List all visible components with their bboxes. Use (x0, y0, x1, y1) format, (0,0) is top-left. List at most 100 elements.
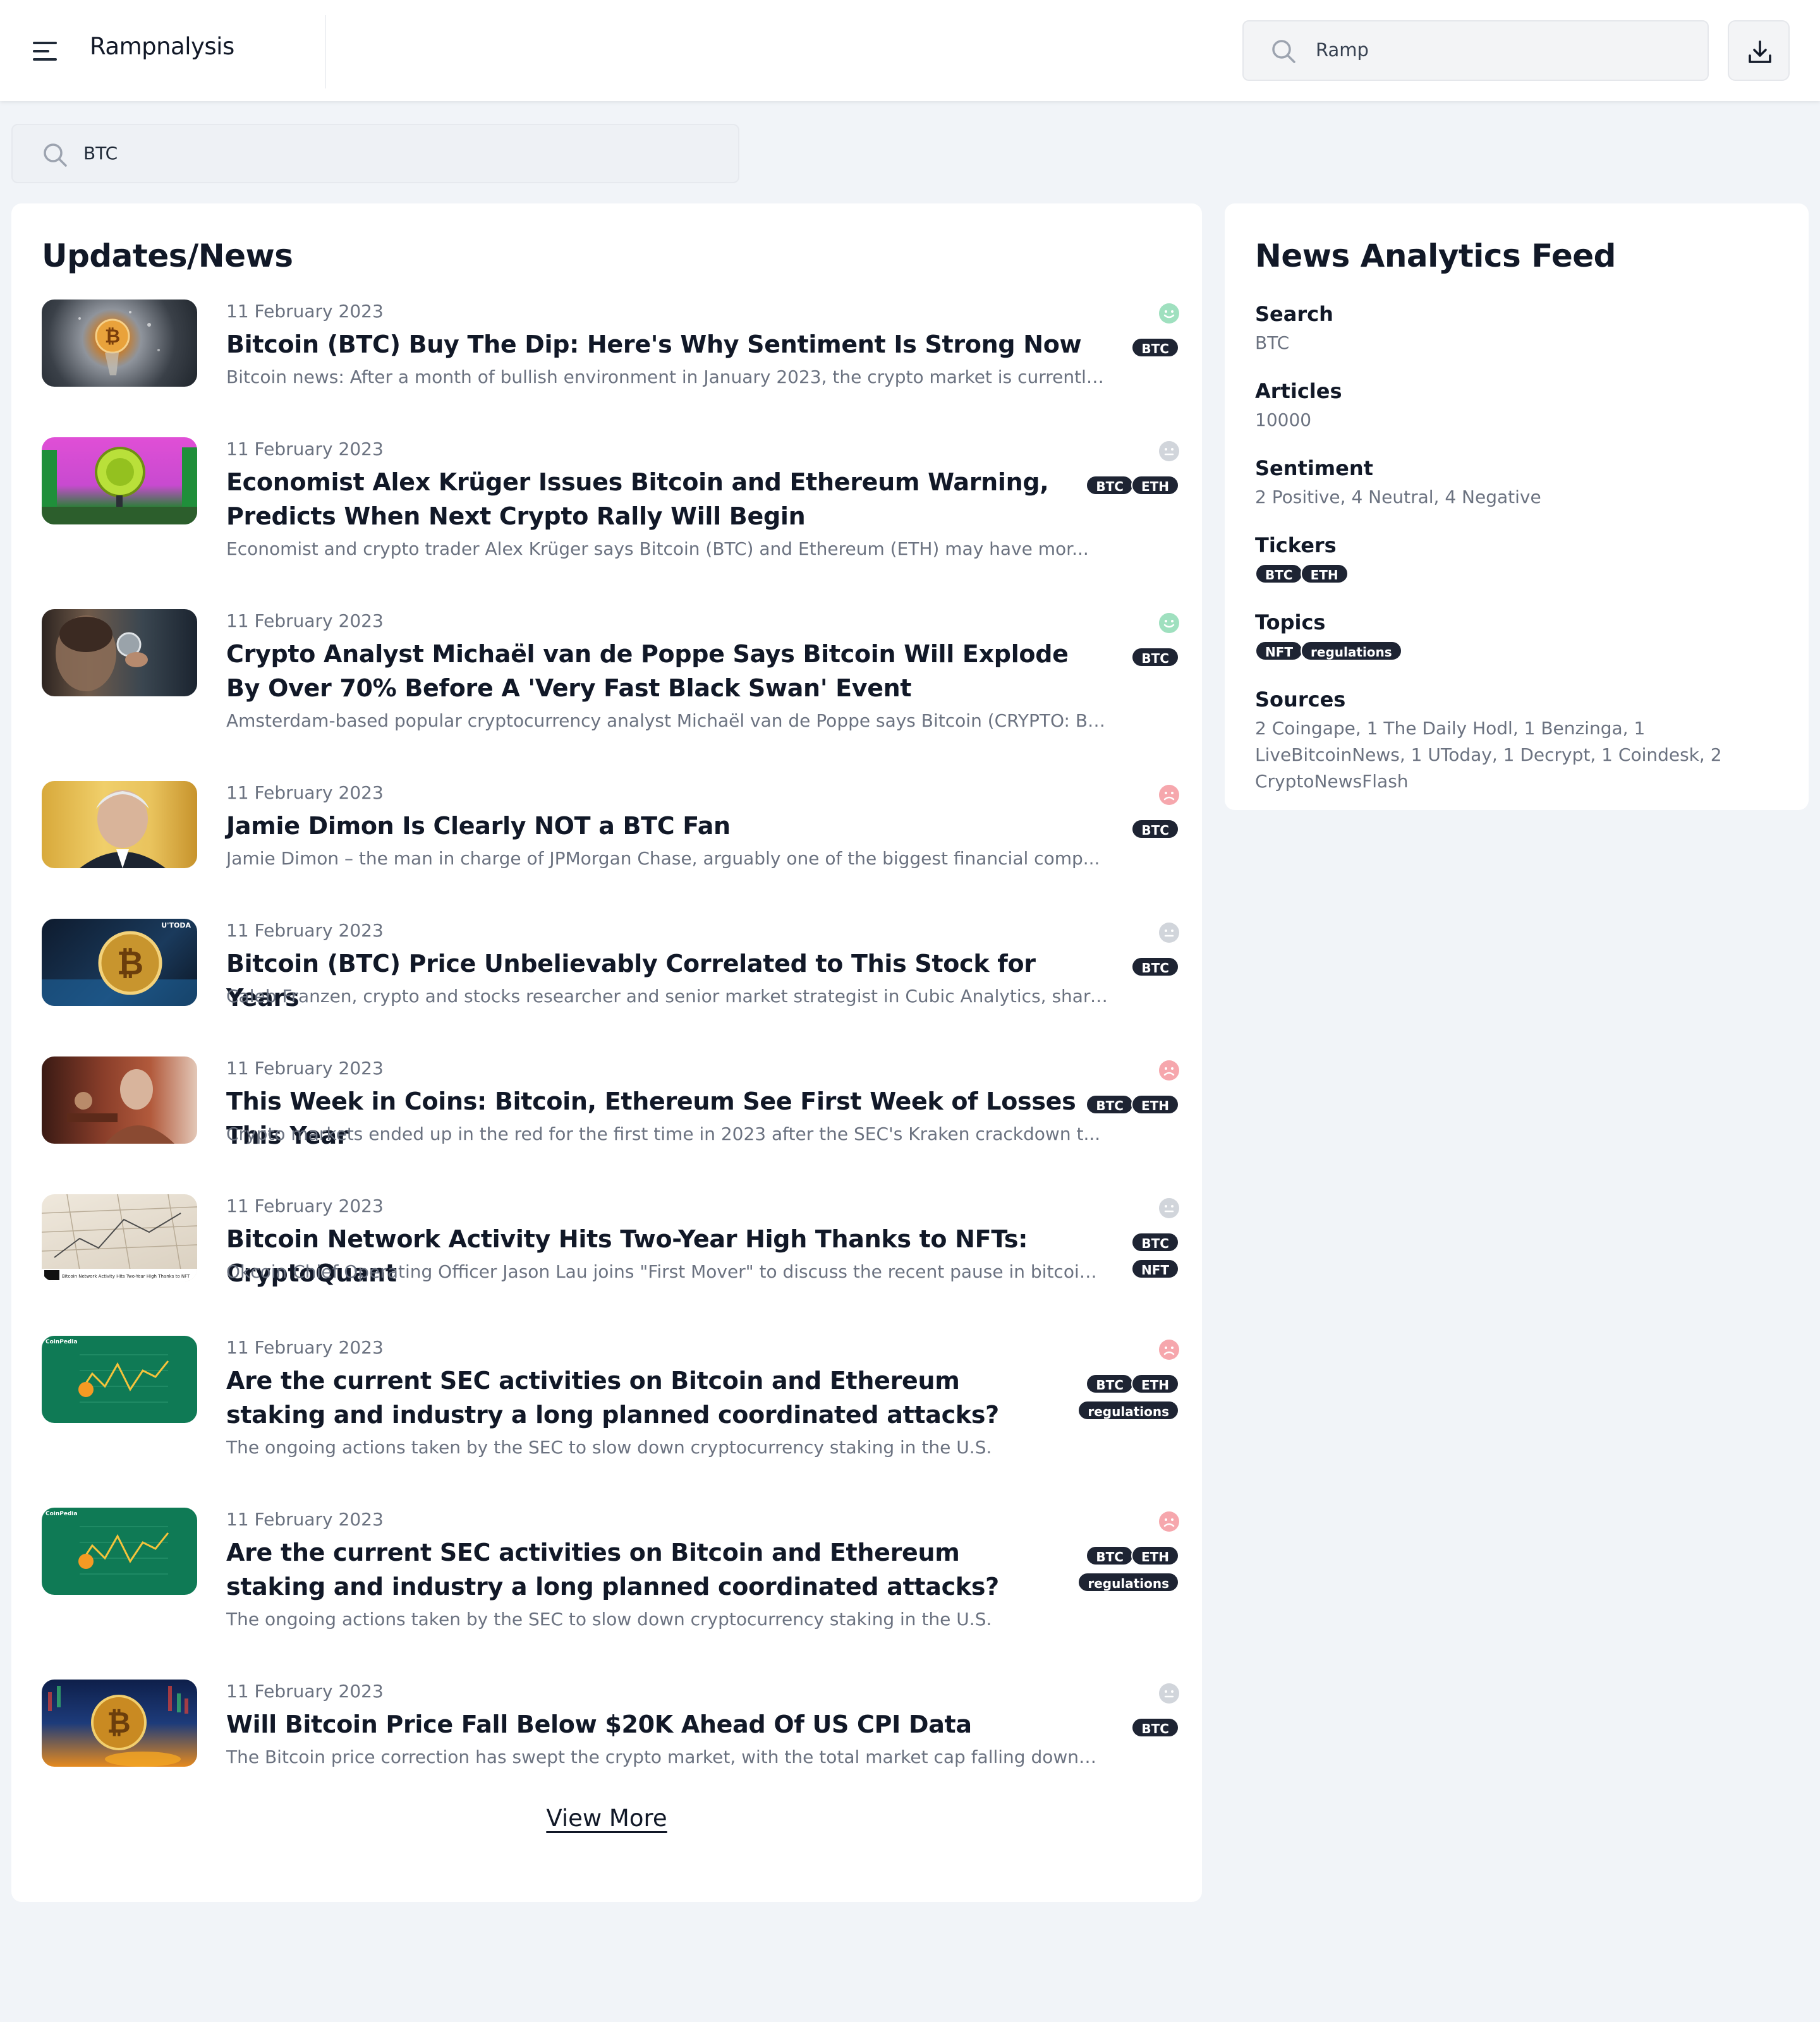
news-item[interactable]: ₿ U'TODA 11 February 2023 Bitcoin (BTC) … (42, 919, 1179, 1014)
tag-group: BTC (1131, 647, 1179, 667)
news-card-title: Updates/News (42, 238, 293, 274)
news-thumbnail: CoinPedia (42, 1336, 197, 1423)
topic-tag[interactable]: NFT (1255, 641, 1304, 661)
brand-name: Rampnalysis (90, 33, 234, 60)
tag-group: BTC (1131, 337, 1179, 358)
feed-sentiment-section: Sentiment 2 Positive, 4 Neutral, 4 Negat… (1255, 456, 1786, 511)
news-headline[interactable]: Economist Alex Krüger Issues Bitcoin and… (226, 465, 1060, 533)
news-item[interactable]: Bitcoin Network Activity Hits Two-Year H… (42, 1194, 1179, 1289)
news-thumbnail: Bitcoin Network Activity Hits Two-Year H… (42, 1194, 197, 1281)
topic-tag[interactable]: regulations (1301, 641, 1402, 661)
news-date: 11 February 2023 (226, 301, 384, 322)
news-headline[interactable]: Jamie Dimon Is Clearly NOT a BTC Fan (226, 809, 1105, 843)
search-icon (44, 143, 67, 167)
news-summary: Bitcoin news: After a month of bullish e… (226, 366, 1111, 387)
view-more-link[interactable]: View More (11, 1805, 1202, 1832)
thumbnail-watermark: U'TODA (161, 921, 191, 929)
news-thumbnail (42, 609, 197, 696)
ticker-tag[interactable]: ETH (1131, 1374, 1179, 1394)
news-date: 11 February 2023 (226, 920, 384, 941)
feed-tickers-label: Tickers (1255, 533, 1337, 557)
ticker-tag[interactable]: ETH (1131, 1094, 1179, 1115)
ticker-tag[interactable]: ETH (1300, 564, 1349, 584)
ticker-tag[interactable]: BTC (1255, 564, 1303, 584)
news-summary: Okcoin Chief Operating Officer Jason Lau… (226, 1261, 1101, 1282)
ticker-tag[interactable]: BTC (1131, 337, 1179, 358)
sentiment-positive-icon (1159, 613, 1179, 633)
news-summary: Jamie Dimon – the man in charge of JPMor… (226, 848, 1100, 869)
ticker-tag[interactable]: BTC (1131, 819, 1179, 839)
topic-tag[interactable]: NFT (1131, 1259, 1179, 1279)
ticker-tag[interactable]: ETH (1131, 1546, 1179, 1566)
tag-group: BTC ETH (1086, 475, 1179, 495)
news-item[interactable]: CoinPedia 11 February 2023 Are the curre… (42, 1508, 1179, 1634)
ticker-tag[interactable]: BTC (1131, 957, 1179, 977)
news-summary: Caleb Franzen, crypto and stocks researc… (226, 986, 1111, 1007)
news-item[interactable]: 11 February 2023 Crypto Analyst Michaël … (42, 609, 1179, 736)
news-headline[interactable]: Are the current SEC activities on Bitcoi… (226, 1364, 1048, 1432)
ticker-tag[interactable]: BTC (1131, 1717, 1179, 1738)
svg-text:₿: ₿ (107, 1705, 131, 1740)
global-search-value: Ramp (1316, 39, 1369, 61)
news-item[interactable]: CoinPedia 11 February 2023 Are the curre… (42, 1336, 1179, 1462)
analytics-feed-card: News Analytics Feed Search BTC Articles … (1225, 203, 1809, 810)
thumbnail-caption: Bitcoin Network Activity Hits Two-Year H… (62, 1274, 190, 1279)
news-search-input[interactable]: BTC (11, 124, 739, 183)
sentiment-negative-icon (1159, 1511, 1179, 1532)
news-headline[interactable]: Bitcoin (BTC) Buy The Dip: Here's Why Se… (226, 327, 1105, 361)
tag-group: BTC ETH regulations (1077, 1546, 1179, 1592)
feed-sources-value: 2 Coingape, 1 The Daily Hodl, 1 Benzinga… (1255, 718, 1722, 792)
tag-group: BTC ETH (1086, 1094, 1179, 1115)
news-summary: Amsterdam-based popular cryptocurrency a… (226, 710, 1111, 731)
news-headline[interactable]: Are the current SEC activities on Bitcoi… (226, 1535, 1048, 1604)
ticker-tag[interactable]: BTC (1086, 1374, 1134, 1394)
tag-group: BTC NFT (1131, 1232, 1179, 1279)
news-date: 11 February 2023 (226, 1058, 384, 1079)
topic-tag[interactable]: regulations (1077, 1572, 1179, 1592)
news-item[interactable]: 11 February 2023 Economist Alex Krüger I… (42, 437, 1179, 564)
sentiment-neutral-icon (1159, 1198, 1179, 1218)
menu-icon[interactable] (33, 42, 57, 61)
feed-articles-value: 10000 (1255, 409, 1312, 430)
news-thumbnail: ₿ U'TODA (42, 919, 197, 1006)
topic-tag[interactable]: regulations (1077, 1400, 1179, 1420)
news-date: 11 February 2023 (226, 1509, 384, 1530)
tag-group: BTC (1131, 819, 1179, 839)
news-summary: The Bitcoin price correction has swept t… (226, 1747, 1101, 1767)
news-summary: Economist and crypto trader Alex Krüger … (226, 538, 1089, 559)
app-header: Rampnalysis Ramp (0, 0, 1820, 101)
ticker-tag[interactable]: BTC (1131, 647, 1179, 667)
news-date: 11 February 2023 (226, 1337, 384, 1358)
news-date: 11 February 2023 (226, 1681, 384, 1702)
search-icon (1272, 40, 1295, 63)
download-button[interactable] (1728, 20, 1790, 81)
news-item[interactable]: ₿ 11 February 2023 Will Bitcoin Price Fa… (42, 1680, 1179, 1774)
svg-text:₿: ₿ (105, 325, 120, 348)
thumbnail-watermark: CoinPedia (46, 1511, 78, 1517)
ticker-tag[interactable]: BTC (1086, 1546, 1134, 1566)
sentiment-negative-icon (1159, 1060, 1179, 1081)
news-item[interactable]: 11 February 2023 This Week in Coins: Bit… (42, 1056, 1179, 1151)
feed-sources-section: Sources 2 Coingape, 1 The Daily Hodl, 1 … (1255, 687, 1786, 795)
news-headline[interactable]: Will Bitcoin Price Fall Below $20K Ahead… (226, 1707, 1105, 1741)
ticker-tag[interactable]: BTC (1086, 475, 1134, 495)
feed-card-title: News Analytics Feed (1255, 238, 1616, 274)
feed-articles-label: Articles (1255, 379, 1342, 403)
header-divider (325, 15, 326, 88)
news-card: Updates/News ₿ 11 February 2023 Bitcoin … (11, 203, 1202, 1902)
sentiment-positive-icon (1159, 303, 1179, 324)
ticker-tag[interactable]: BTC (1131, 1232, 1179, 1252)
ticker-tag[interactable]: BTC (1086, 1094, 1134, 1115)
sentiment-negative-icon (1159, 785, 1179, 805)
global-search-input[interactable]: Ramp (1242, 20, 1709, 81)
ticker-tag[interactable]: ETH (1131, 475, 1179, 495)
feed-topics-section: Topics NFT regulations (1255, 610, 1786, 661)
tag-group: BTC (1131, 1717, 1179, 1738)
news-item[interactable]: ₿ 11 February 2023 Bitcoin (BTC) Buy The… (42, 300, 1179, 394)
feed-search-label: Search (1255, 302, 1333, 326)
news-headline[interactable]: Crypto Analyst Michaël van de Poppe Says… (226, 637, 1105, 705)
news-item[interactable]: 11 February 2023 Jamie Dimon Is Clearly … (42, 781, 1179, 876)
news-thumbnail: CoinPedia (42, 1508, 197, 1595)
feed-search-section: Search BTC (1255, 302, 1786, 356)
tag-group: BTC (1131, 957, 1179, 977)
